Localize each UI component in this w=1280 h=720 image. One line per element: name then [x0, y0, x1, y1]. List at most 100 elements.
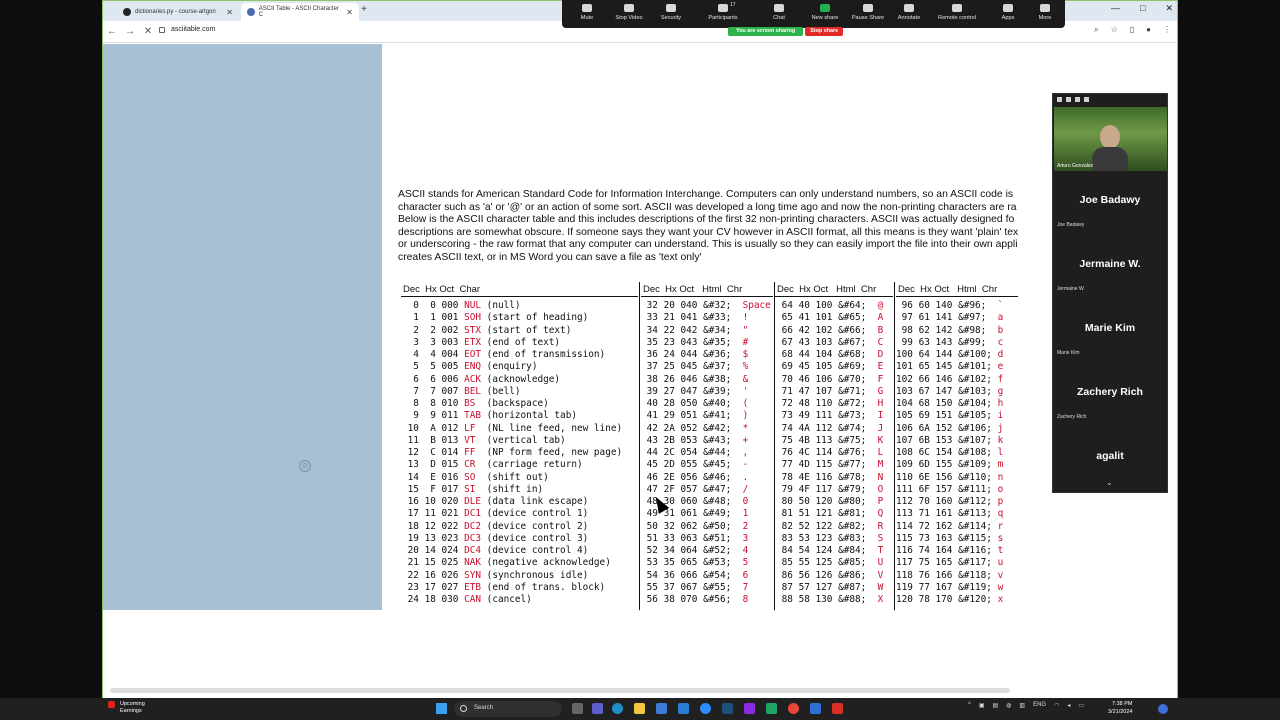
more-icon: [1040, 4, 1050, 12]
page-left-panel: ⊘: [103, 44, 382, 610]
task-view-icon[interactable]: [572, 703, 583, 714]
close-window-icon[interactable]: ✕: [1165, 3, 1173, 14]
zoom-icon[interactable]: ⌕: [1094, 25, 1098, 35]
code-cell: 84 54 124 &#84;: [776, 545, 878, 556]
code-cell: 52 34 064 &#52;: [641, 545, 743, 556]
participant-tile[interactable]: Marie Kim Marie Kim: [1053, 300, 1167, 364]
word-icon[interactable]: [810, 703, 821, 714]
participants-button[interactable]: Participants 17: [698, 2, 748, 21]
notification-icon[interactable]: [1158, 704, 1168, 714]
table-row: 116 74 164 &#116; t: [896, 545, 1003, 557]
tray-icon[interactable]: ▥: [1019, 702, 1025, 709]
code-cell: 114 72 162 &#114;: [896, 520, 998, 532]
table-row: 99 63 143 &#99; c: [896, 337, 1004, 349]
control-abbrev: DLE: [464, 496, 487, 507]
grid-view-icon[interactable]: [1084, 97, 1089, 102]
table-row: 0 0 000 NUL (null): [402, 300, 520, 312]
horizontal-scrollbar[interactable]: [110, 688, 1010, 693]
windows-start-icon[interactable]: [436, 703, 447, 714]
battery-icon[interactable]: ▭: [1078, 702, 1084, 709]
taskbar-search[interactable]: Search: [454, 701, 562, 717]
onenote-icon[interactable]: [744, 703, 755, 714]
security-button[interactable]: Security: [646, 4, 696, 21]
new-tab-button[interactable]: +: [361, 4, 367, 15]
tray-icon[interactable]: ◍: [1006, 702, 1011, 709]
code-cell: 56 38 070 &#56;: [641, 594, 743, 605]
vscode-icon[interactable]: [722, 703, 733, 714]
chat-button[interactable]: Chat: [754, 4, 804, 21]
tray-icon[interactable]: ▤: [993, 702, 999, 709]
store-icon[interactable]: [656, 703, 667, 714]
participant-tile[interactable]: Zachery Rich Zachery Rich: [1053, 364, 1167, 428]
table-row: 45 2D 055 &#45; -: [641, 459, 749, 471]
back-icon[interactable]: ←: [103, 26, 121, 37]
tab-ascii-table[interactable]: ASCII Table - ASCII Character C ✕: [241, 3, 359, 21]
code-cell: 18 12 022: [402, 520, 465, 532]
sidebar-icon[interactable]: ▯: [1130, 25, 1134, 35]
participant-name: Jermaine W.: [1079, 258, 1141, 270]
clock[interactable]: 7:38 PM 3/21/2024: [1108, 700, 1132, 716]
excel-icon[interactable]: [766, 703, 777, 714]
char-cell: d: [997, 349, 1004, 360]
chrome-icon[interactable]: [788, 703, 799, 714]
bookmark-star-icon[interactable]: ☆: [1111, 25, 1118, 35]
char-cell: $: [742, 349, 749, 360]
participant-name: Marie Kim: [1084, 322, 1136, 334]
chevron-down-icon[interactable]: ⌄: [1106, 478, 1113, 487]
reload-icon[interactable]: ✕: [139, 26, 157, 37]
menu-icon[interactable]: ⋮: [1163, 25, 1171, 35]
news-widget[interactable]: Upcoming Earnings: [108, 701, 145, 715]
chevron-up-icon[interactable]: ^: [968, 702, 971, 709]
code-cell: 86 56 126 &#86;: [776, 569, 878, 581]
table-row: 18 12 022 DC2 (device control 2): [402, 520, 589, 533]
pdf-icon[interactable]: [832, 703, 843, 714]
language-indicator[interactable]: ENG: [1033, 702, 1046, 709]
char-cell: V: [877, 569, 884, 581]
code-cell: 23 17 027: [402, 581, 465, 593]
remote-control-button[interactable]: Remote control: [932, 4, 982, 21]
char-cell: B: [877, 324, 884, 336]
teams-icon[interactable]: [592, 703, 603, 714]
participant-label: Joe Badawy: [1057, 222, 1085, 228]
profile-icon[interactable]: ●: [1146, 25, 1151, 35]
participant-tile[interactable]: Joe Badawy Joe Badawy: [1053, 172, 1167, 236]
more-button[interactable]: More: [1020, 4, 1070, 21]
maximize-icon[interactable]: □: [1140, 3, 1145, 14]
wifi-icon[interactable]: ◠: [1054, 702, 1059, 709]
table-row: 98 62 142 &#98; b: [896, 325, 1004, 337]
char-cell: E: [877, 361, 884, 373]
close-icon[interactable]: ✕: [226, 8, 233, 17]
minimize-panel-icon[interactable]: [1057, 97, 1062, 102]
column-divider: [639, 282, 640, 612]
code-cell: 7 7 007: [402, 385, 465, 397]
table-row: 42 2A 052 &#42; *: [641, 423, 749, 435]
mail-icon[interactable]: [678, 703, 689, 714]
ascii-table: Dec Hx Oct Char Dec Hx Oct Html Chr Dec …: [398, 282, 1023, 612]
speaker-view-icon[interactable]: [1066, 97, 1071, 102]
video-tile[interactable]: Arturo Gonzalez: [1054, 107, 1167, 171]
button-label: New share: [811, 15, 839, 21]
strip-view-icon[interactable]: [1075, 97, 1080, 102]
tray-icon[interactable]: ▣: [979, 702, 985, 709]
code-cell: 107 6B 153 &#107;: [896, 434, 998, 446]
close-icon[interactable]: ✕: [346, 8, 353, 17]
header-rule: [401, 296, 638, 297]
table-row: 41 29 051 &#41; ): [641, 410, 749, 422]
table-header: Dec Hx Oct Char: [403, 284, 481, 295]
site-info-icon[interactable]: [159, 26, 165, 33]
minimize-icon[interactable]: —: [1111, 3, 1120, 14]
edge-icon[interactable]: [612, 703, 623, 714]
stop-share-button[interactable]: Stop share: [805, 27, 844, 36]
url-field[interactable]: asciitable.com: [159, 26, 215, 33]
zoom-app-icon[interactable]: [700, 703, 711, 714]
table-row: 21 15 025 NAK (negative acknowledge): [402, 557, 611, 569]
code-cell: 100 64 144 &#100;: [896, 349, 998, 360]
char-cell: x: [997, 594, 1004, 605]
participant-tile[interactable]: Jermaine W. Jermaine W.: [1053, 236, 1167, 300]
tab-dictionaries[interactable]: dictionaries.py - course-artgon ✕: [117, 3, 239, 21]
table-row: 53 35 065 &#53; 5: [641, 557, 749, 569]
forward-icon[interactable]: →: [121, 26, 139, 37]
volume-icon[interactable]: ◂: [1067, 702, 1070, 709]
annotate-button[interactable]: Annotate: [884, 4, 934, 21]
file-explorer-icon[interactable]: [634, 703, 645, 714]
